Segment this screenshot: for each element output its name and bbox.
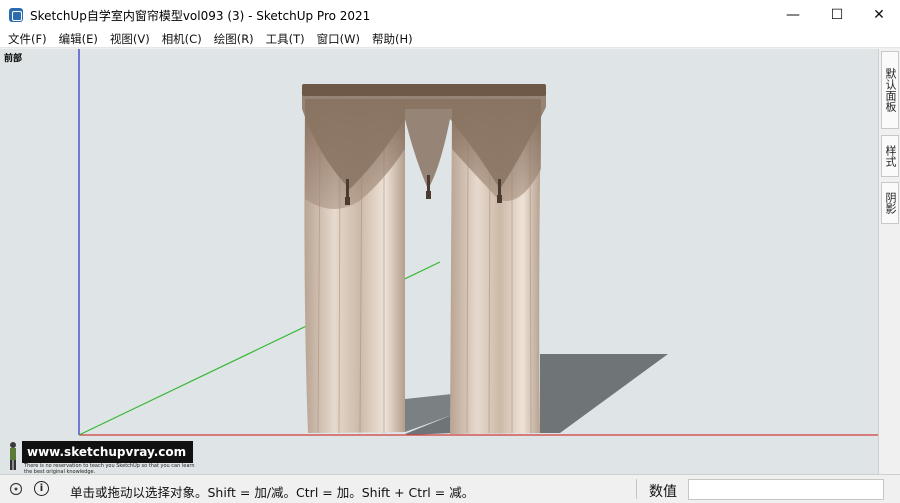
- scene-tab-label[interactable]: 前部: [4, 51, 22, 64]
- model-viewport[interactable]: 前部: [0, 49, 878, 474]
- status-divider: [636, 479, 637, 499]
- menu-bar: 文件(F) 编辑(E) 视图(V) 相机(C) 绘图(R) 工具(T) 窗口(W…: [0, 30, 900, 48]
- sketchup-window: SketchUp自学室内窗帘模型vol093 (3) - SketchUp Pr…: [0, 0, 900, 503]
- tab-shadows[interactable]: 阴影: [881, 182, 899, 224]
- minimize-button[interactable]: —: [770, 0, 816, 30]
- curtain-heading: [302, 84, 546, 96]
- menu-edit[interactable]: 编辑(E): [53, 31, 104, 47]
- measurements-input[interactable]: [688, 479, 884, 500]
- menu-camera[interactable]: 相机(C): [156, 31, 208, 47]
- viewport-canvas: [78, 49, 878, 436]
- tab-styles[interactable]: 样式: [881, 135, 899, 177]
- menu-file[interactable]: 文件(F): [2, 31, 53, 47]
- menu-help[interactable]: 帮助(H): [366, 31, 419, 47]
- close-button[interactable]: ✕: [856, 0, 900, 30]
- person-figure-icon: [10, 442, 16, 470]
- maximize-button[interactable]: ☐: [814, 0, 860, 30]
- sketchup-app-icon[interactable]: [9, 8, 23, 22]
- title-bar: SketchUp自学室内窗帘模型vol093 (3) - SketchUp Pr…: [0, 0, 900, 30]
- status-message: 单击或拖动以选择对象。Shift = 加/减。Ctrl = 加。Shift + …: [70, 485, 475, 500]
- menu-draw[interactable]: 绘图(R): [208, 31, 260, 47]
- info-icon[interactable]: i: [34, 481, 49, 496]
- status-bar: i 单击或拖动以选择对象。Shift = 加/减。Ctrl = 加。Shift …: [0, 474, 900, 503]
- tab-default-tray[interactable]: 默认面板: [881, 51, 899, 129]
- menu-window[interactable]: 窗口(W): [311, 31, 366, 47]
- geolocation-icon[interactable]: [9, 482, 23, 496]
- menu-tools[interactable]: 工具(T): [260, 31, 311, 47]
- window-title: SketchUp自学室内窗帘模型vol093 (3) - SketchUp Pr…: [30, 8, 371, 23]
- curtain-valance: [302, 85, 546, 189]
- curtain-shadow-right: [540, 354, 668, 433]
- menu-view[interactable]: 视图(V): [104, 31, 156, 47]
- measurements-label: 数值: [649, 484, 677, 500]
- watermark-url: www.sketchupvray.com: [22, 441, 193, 463]
- right-tray: 默认面板 样式 阴影: [878, 49, 900, 474]
